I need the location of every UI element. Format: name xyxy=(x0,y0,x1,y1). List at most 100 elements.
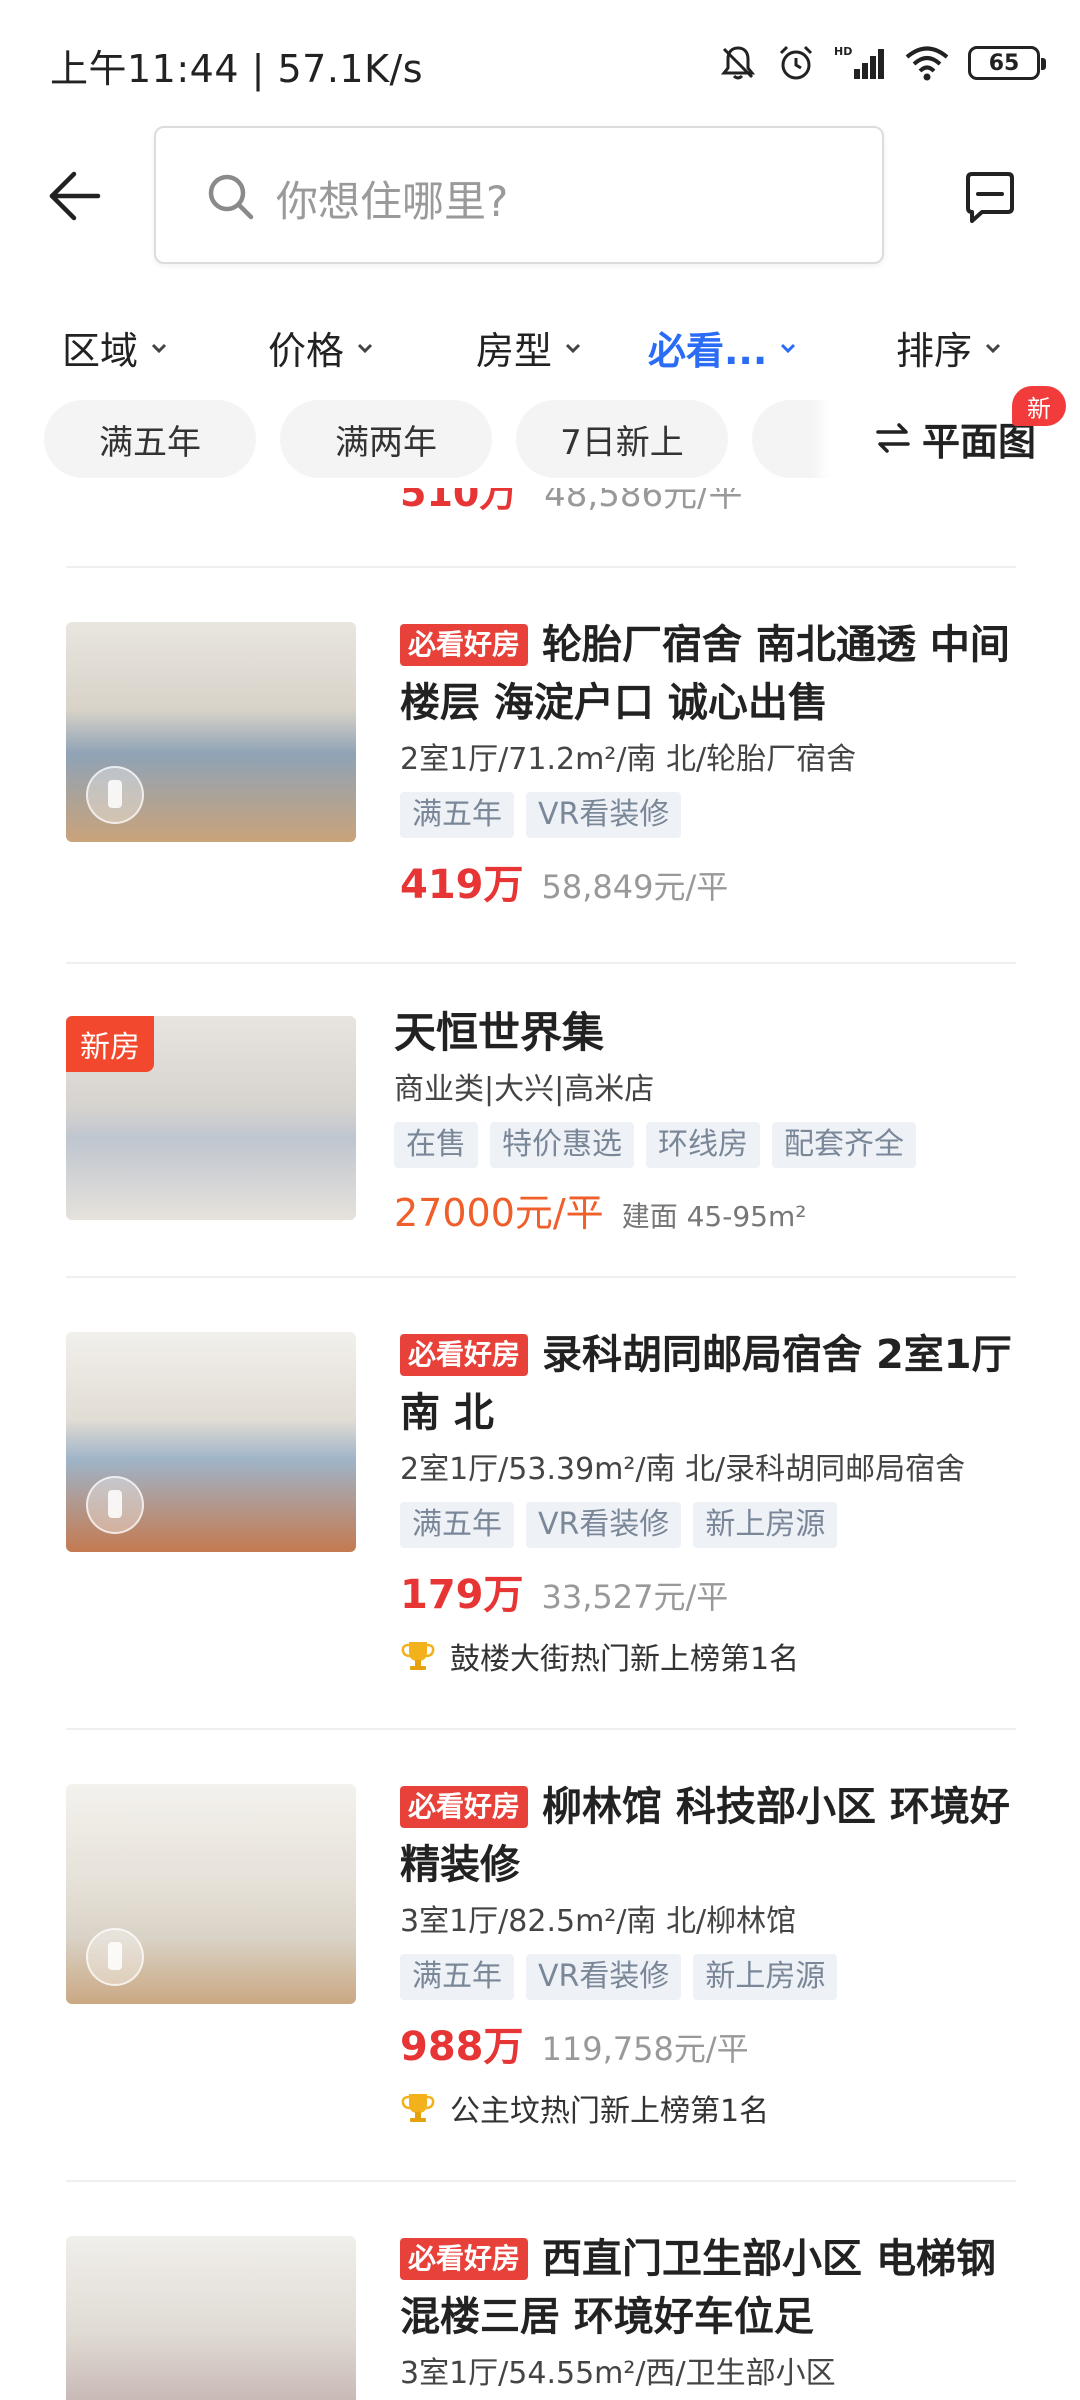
filter-must-see[interactable]: 必看... xyxy=(648,320,797,375)
search-icon xyxy=(208,174,254,220)
must-see-badge: 必看好房 xyxy=(400,1786,529,1828)
filter-label: 房型 xyxy=(476,329,553,373)
listing-title: 必看好房 柳林馆 科技部小区 环境好 精装修 xyxy=(400,1778,1020,1894)
floor-plan-button[interactable]: 平面图 新 xyxy=(832,386,1080,488)
filter-sort[interactable]: 排序 xyxy=(896,320,1002,375)
price-line: 419万 58,849元/平 xyxy=(400,852,1020,910)
listing-photo xyxy=(66,1784,356,2004)
tag: 新上房源 xyxy=(693,1502,838,1548)
vr-icon xyxy=(86,766,144,824)
tag: 在售 xyxy=(394,1122,478,1168)
rank-text: 鼓楼大街热门新上榜第1名 xyxy=(450,1642,800,1677)
listing-specs: 2室1厅/53.39m²/南 北/录科胡同邮局宿舍 xyxy=(400,1452,966,1487)
filter-layout[interactable]: 房型 xyxy=(476,320,582,375)
listing-specs: 3室1厅/82.5m²/南 北/柳林馆 xyxy=(400,1904,797,1939)
chevron-down-icon xyxy=(357,343,373,353)
filter-label: 排序 xyxy=(896,329,973,373)
trophy-icon xyxy=(401,1642,435,1670)
listing-photo xyxy=(66,1332,356,1552)
filter-label: 区域 xyxy=(62,329,139,373)
listing-list: 510万 48,586元/平 必看好房 轮胎厂宿舍 南北通透 中间楼层 海淀户口 … xyxy=(0,488,1080,2400)
divider xyxy=(66,962,1016,964)
tag: VR看装修 xyxy=(526,1954,682,2000)
tag: 满五年 xyxy=(400,1502,514,1548)
listing-photo: 新房 xyxy=(66,1016,356,1220)
chevron-down-icon xyxy=(781,343,796,353)
chip-five-years[interactable]: 满五年 xyxy=(44,400,256,478)
tag: VR看装修 xyxy=(526,1502,682,1548)
vr-icon xyxy=(86,1476,144,1534)
unit-price: 48,586元/平 xyxy=(544,488,743,515)
alarm-icon xyxy=(779,45,813,80)
chevron-down-icon xyxy=(985,343,1001,353)
tag: 配套齐全 xyxy=(772,1122,916,1168)
must-see-badge: 必看好房 xyxy=(400,1334,529,1376)
divider xyxy=(66,566,1016,568)
listing-photo xyxy=(66,2236,356,2400)
price: 510万 xyxy=(400,488,518,515)
new-house-badge: 新房 xyxy=(66,1016,154,1072)
signal-icon: HD xyxy=(834,45,884,79)
vr-icon xyxy=(86,1928,144,1986)
tag: VR看装修 xyxy=(526,792,682,838)
listing-title: 天恒世界集 xyxy=(394,1008,605,1057)
status-time: 上午11:44 | 57.1K/s xyxy=(50,47,424,91)
must-see-badge: 必看好房 xyxy=(400,624,529,666)
listing-title: 必看好房 轮胎厂宿舍 南北通透 中间楼层 海淀户口 诚心出售 xyxy=(400,616,1020,732)
divider xyxy=(66,1276,1016,1278)
price-line: 27000元/平 建面 45-95m² xyxy=(394,1182,1014,1237)
filter-label: 价格 xyxy=(268,329,345,373)
divider xyxy=(66,1728,1016,1730)
price: 419万 xyxy=(400,862,524,908)
mute-bell-icon xyxy=(720,46,756,80)
hot-rank: 公主坟热门新上榜第1名 xyxy=(400,2086,1020,2130)
listing-tags: 满五年 VR看装修 新上房源 xyxy=(400,1954,1020,2000)
listing-photo xyxy=(66,622,356,842)
listing-tags: 在售 特价惠选 环线房 配套齐全 xyxy=(394,1122,1014,1168)
listing-tags: 满五年 VR看装修 xyxy=(400,792,1020,838)
listing-specs: 商业类|大兴|高米店 xyxy=(394,1072,655,1107)
search-placeholder: 你想住哪里? xyxy=(276,177,509,226)
new-badge: 新 xyxy=(1012,386,1066,426)
chip-two-years[interactable]: 满两年 xyxy=(280,400,492,478)
divider xyxy=(66,2180,1016,2182)
partial-listing-price: 510万 48,586元/平 xyxy=(400,488,743,517)
unit-price: 58,849元/平 xyxy=(541,868,729,906)
listing-tags: 满五年 VR看装修 新上房源 xyxy=(400,1502,1020,1548)
chevron-down-icon xyxy=(565,343,581,353)
header: 你想住哪里? xyxy=(0,124,1080,264)
listing-title: 必看好房 西直门卫生部小区 电梯钢混楼三居 环境好车位足 xyxy=(400,2230,1020,2346)
listing-title: 必看好房 录科胡同邮局宿舍 2室1厅 南 北 xyxy=(400,1326,1020,1442)
price: 988万 xyxy=(400,2024,524,2070)
battery-icon: 65 xyxy=(968,46,1046,80)
hot-rank: 鼓楼大街热门新上榜第1名 xyxy=(400,1634,1020,1678)
status-bar: 上午11:44 | 57.1K/s HD 65 xyxy=(0,0,1080,120)
price-line: 179万 33,527元/平 xyxy=(400,1562,1020,1620)
listing-specs: 2室1厅/71.2m²/南 北/轮胎厂宿舍 xyxy=(400,742,857,777)
listing-specs: 3室1厅/54.55m²/西/卫生部小区 xyxy=(400,2356,836,2391)
svg-text:HD: HD xyxy=(834,45,852,58)
filter-label: 必看... xyxy=(648,329,768,373)
tag: 新上房源 xyxy=(693,1954,838,2000)
message-icon[interactable] xyxy=(962,170,1018,226)
must-see-badge: 必看好房 xyxy=(400,2238,529,2280)
tag: 特价惠选 xyxy=(490,1122,634,1168)
tag: 满五年 xyxy=(400,1954,514,2000)
back-arrow-icon[interactable] xyxy=(40,164,104,228)
price-line: 988万 119,758元/平 xyxy=(400,2014,1020,2072)
filter-bar: 区域 价格 房型 必看... 排序 xyxy=(0,310,1080,380)
swap-icon xyxy=(876,423,910,453)
chip-new-7days[interactable]: 7日新上 xyxy=(516,400,728,478)
filter-area[interactable]: 区域 xyxy=(62,320,168,375)
rank-text: 公主坟热门新上榜第1名 xyxy=(450,2094,770,2129)
price: 179万 xyxy=(400,1572,524,1618)
price: 27000元/平 xyxy=(394,1191,604,1235)
tag: 满五年 xyxy=(400,792,514,838)
trophy-icon xyxy=(401,2094,435,2122)
chevron-down-icon xyxy=(151,343,167,353)
unit-price: 119,758元/平 xyxy=(541,2030,749,2068)
search-input[interactable]: 你想住哪里? xyxy=(154,126,884,264)
tag: 环线房 xyxy=(646,1122,760,1168)
unit-price: 33,527元/平 xyxy=(541,1578,729,1616)
filter-price[interactable]: 价格 xyxy=(268,320,374,375)
